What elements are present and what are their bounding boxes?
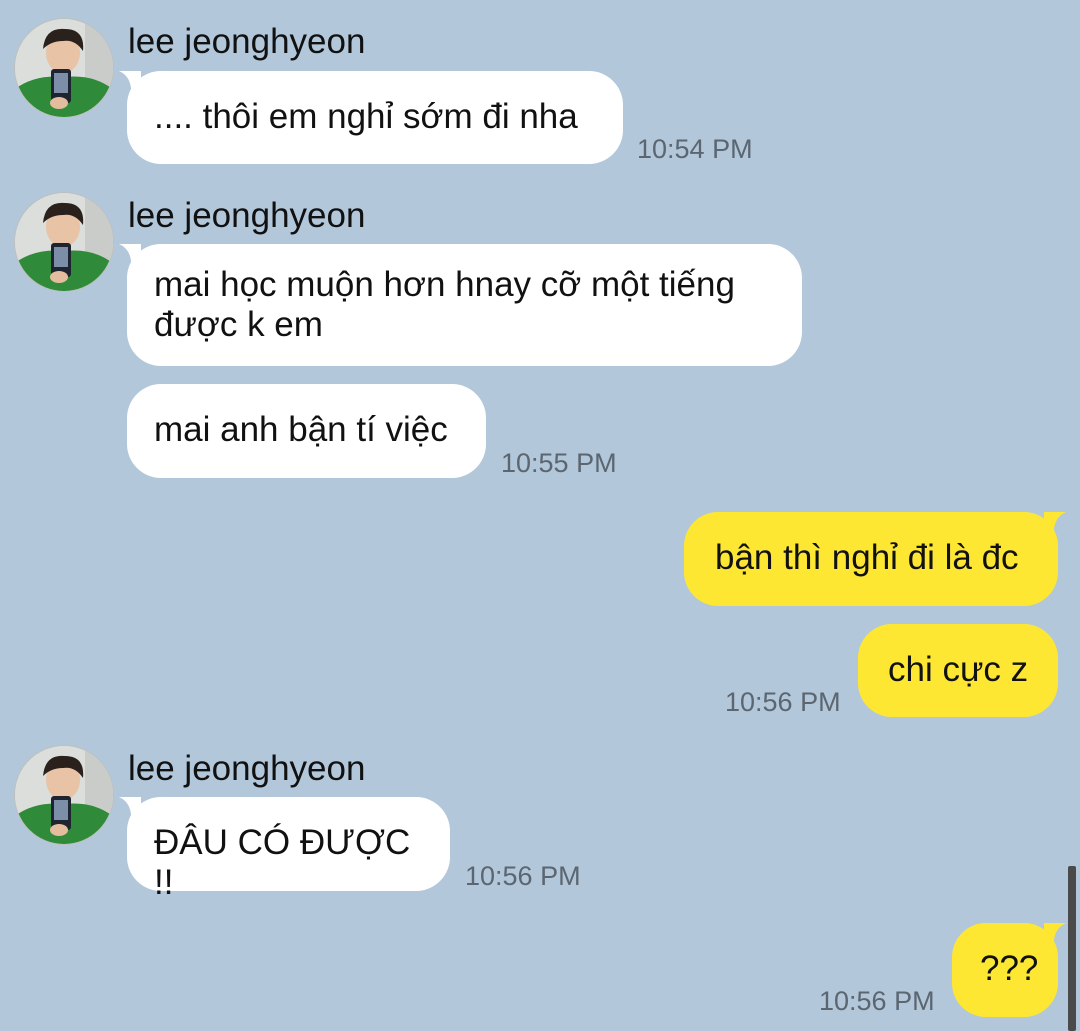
message-timestamp: 10:54 PM xyxy=(637,134,753,164)
message-bubble-incoming[interactable]: .... thôi em nghỉ sớm đi nha xyxy=(119,71,623,164)
sender-name: lee jeonghyeon xyxy=(128,749,366,788)
message-timestamp: 10:56 PM xyxy=(819,986,935,1016)
avatar[interactable] xyxy=(14,745,114,845)
message-text: mai học muộn hơn hnay cỡ một tiếng được … xyxy=(154,265,735,344)
bubble-tail-icon xyxy=(119,244,141,270)
chat-message-list[interactable]: lee jeonghyeon .... thôi em nghỉ sớm đi … xyxy=(0,0,1080,1031)
message-bubble-incoming[interactable]: ĐÂU CÓ ĐƯỢC !! xyxy=(119,797,450,902)
avatar[interactable] xyxy=(14,18,114,118)
message-text: bận thì nghỉ đi là đc xyxy=(715,538,1019,577)
message-bubble-outgoing[interactable]: ??? xyxy=(952,923,1066,1017)
message-text: ??? xyxy=(980,949,1039,988)
message-timestamp: 10:55 PM xyxy=(501,448,617,478)
message-bubble-outgoing[interactable]: chi cực z xyxy=(858,624,1058,717)
message-text: ĐÂU CÓ ĐƯỢC !! xyxy=(154,823,411,902)
profile-photo-icon xyxy=(15,193,113,291)
sender-name: lee jeonghyeon xyxy=(128,22,366,61)
message-timestamp: 10:56 PM xyxy=(465,861,581,891)
bubble-tail-icon xyxy=(1044,923,1066,949)
message-timestamp: 10:56 PM xyxy=(725,687,841,717)
sender-name: lee jeonghyeon xyxy=(128,196,366,235)
bubble-tail-icon xyxy=(119,797,141,823)
profile-photo-icon xyxy=(15,19,113,117)
message-text: .... thôi em nghỉ sớm đi nha xyxy=(154,97,578,136)
bubble-tail-icon xyxy=(1044,512,1066,538)
scrollbar-thumb[interactable] xyxy=(1068,866,1076,1031)
message-text: mai anh bận tí việc xyxy=(154,410,448,449)
profile-photo-icon xyxy=(15,746,113,844)
avatar[interactable] xyxy=(14,192,114,292)
bubble-tail-icon xyxy=(119,71,141,97)
message-bubble-incoming[interactable]: mai anh bận tí việc xyxy=(127,384,486,478)
message-bubble-outgoing[interactable]: bận thì nghỉ đi là đc xyxy=(684,512,1066,606)
message-text: chi cực z xyxy=(888,650,1029,689)
message-bubble-incoming[interactable]: mai học muộn hơn hnay cỡ một tiếng được … xyxy=(119,244,802,366)
